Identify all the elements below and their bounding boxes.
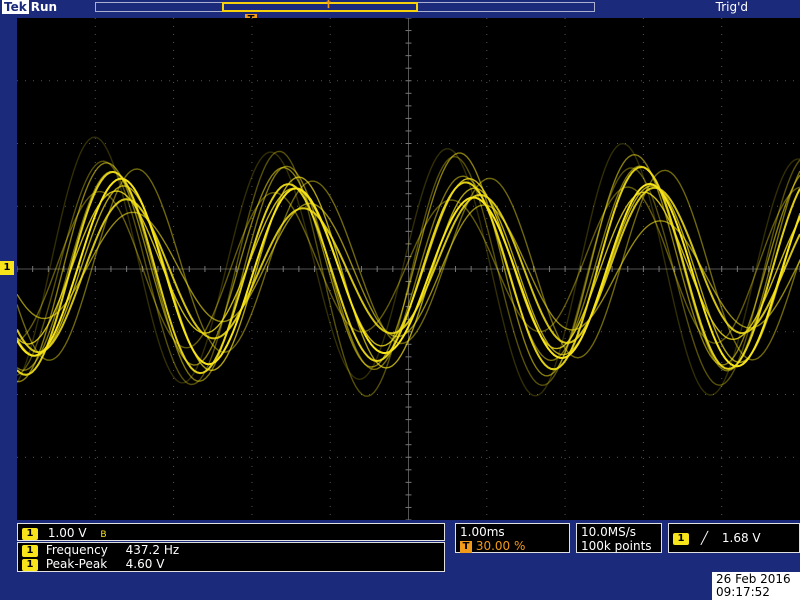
trigger-readout[interactable]: 1 ╱ 1.68 V [668, 523, 800, 553]
sample-rate: 10.0MS/s [581, 525, 636, 539]
rising-edge-icon: ╱ [700, 531, 709, 545]
time-value: 09:17:52 [716, 585, 770, 599]
ch1-badge-icon: 1 [22, 527, 38, 540]
measurement-value: 437.2 Hz [125, 543, 180, 557]
measurement-row: 1 Frequency 437.2 Hz [22, 543, 440, 557]
trigger-position-row: T 30.00 % [460, 539, 565, 553]
ch1-ground-marker-icon[interactable]: 1 [0, 261, 14, 275]
measurement-label: Peak-Peak [45, 557, 108, 571]
waveform-trace [17, 165, 800, 376]
ch1-scale-value: 1.00 V [47, 526, 87, 540]
trigger-position-icon: T [460, 540, 472, 553]
ch1-badge-icon: 1 [22, 558, 38, 571]
trigger-position-marker-icon: † [326, 0, 331, 10]
status-bar: Tek Run † Trig'd [0, 0, 800, 16]
ch1-scale-readout[interactable]: 1 1.00 V B [17, 523, 445, 541]
waveform-trace [17, 165, 800, 382]
waveform-trace [17, 136, 800, 397]
trigger-source-badge: 1 [673, 532, 689, 545]
measurement-row: 1 Peak-Peak 4.60 V [22, 557, 440, 571]
trigger-position-value: 30.00 % [475, 539, 526, 553]
ch1-badge-icon: 1 [22, 544, 38, 557]
datetime-display: 26 Feb 2016 09:17:52 [712, 572, 800, 600]
record-length: 100k points [581, 539, 652, 553]
horizontal-scale: 1.00ms [460, 525, 505, 539]
waveform-display [17, 18, 800, 520]
waveform-traces [17, 136, 800, 397]
acquisition-readout[interactable]: 10.0MS/s 100k points [576, 523, 662, 553]
measurement-value: 4.60 V [125, 557, 165, 571]
brand-logo: Tek [2, 0, 29, 14]
timebase-readout[interactable]: 1.00ms T 30.00 % [455, 523, 570, 553]
brand-label: Tek Run [2, 0, 57, 14]
trigger-status: Trig'd [715, 0, 748, 14]
trigger-level: 1.68 V [721, 531, 761, 545]
run-state: Run [30, 0, 58, 14]
measurement-label: Frequency [45, 543, 108, 557]
bw-limit-icon: B [100, 530, 107, 540]
measurement-panel[interactable]: 1 Frequency 437.2 Hz 1 Peak-Peak 4.60 V [17, 542, 445, 572]
record-view-window[interactable] [222, 2, 418, 12]
